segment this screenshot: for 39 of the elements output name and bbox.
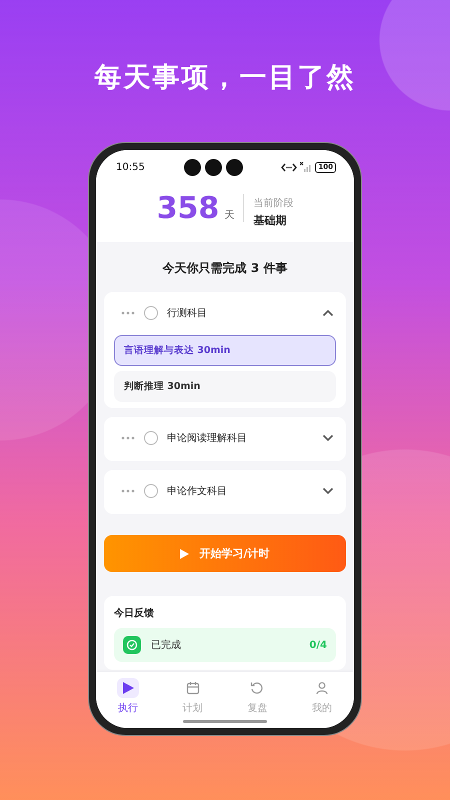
feedback-value: 0/4 — [309, 640, 327, 650]
task-name: 申论阅读理解科目 — [167, 432, 248, 445]
subtask-item[interactable]: 言语理解与表达 30min — [114, 335, 336, 366]
status-time: 10:55 — [116, 162, 145, 172]
more-icon[interactable] — [121, 489, 135, 493]
chevron-down-icon[interactable] — [322, 434, 334, 442]
camera-icon — [184, 158, 201, 176]
person-icon — [314, 681, 329, 695]
task-checkbox[interactable] — [144, 306, 158, 320]
more-icon[interactable] — [121, 436, 135, 440]
chevron-down-icon[interactable] — [322, 487, 334, 495]
headline: 每天事项，一目了然 — [94, 61, 356, 95]
calendar-icon — [186, 681, 200, 695]
feedback-title: 今日反馈 — [114, 606, 155, 620]
data-transfer-icon — [281, 162, 298, 172]
stage-value: 基础期 — [253, 213, 288, 228]
task-checkbox[interactable] — [144, 431, 158, 445]
refresh-icon — [250, 681, 264, 695]
task-checkbox[interactable] — [144, 484, 158, 498]
camera-icon — [226, 158, 243, 176]
tab[interactable]: 计划 — [172, 678, 213, 716]
today-title: 今天你只需完成 3 件事 — [162, 260, 288, 277]
more-icon[interactable] — [121, 311, 135, 315]
task-name: 行测科目 — [167, 306, 208, 320]
chevron-up-icon[interactable] — [322, 309, 334, 317]
start-button[interactable]: 开始学习/计时 — [104, 535, 346, 572]
play-icon — [180, 548, 190, 558]
camera-icon — [204, 158, 222, 176]
feedback-label: 已完成 — [151, 638, 182, 652]
tab[interactable]: 我的 — [302, 678, 342, 716]
stage-label: 当前阶段 — [253, 196, 294, 210]
tab[interactable]: 复盘 — [237, 678, 278, 716]
subtask-item[interactable]: 判断推理 30min — [114, 371, 336, 402]
play-icon — [121, 681, 135, 695]
tab[interactable]: 执行 — [108, 678, 148, 716]
days-count: 358 — [156, 190, 220, 226]
signal-icon — [300, 162, 312, 172]
days-unit: 天 — [224, 208, 234, 222]
task-name: 申论作文科目 — [167, 484, 228, 498]
